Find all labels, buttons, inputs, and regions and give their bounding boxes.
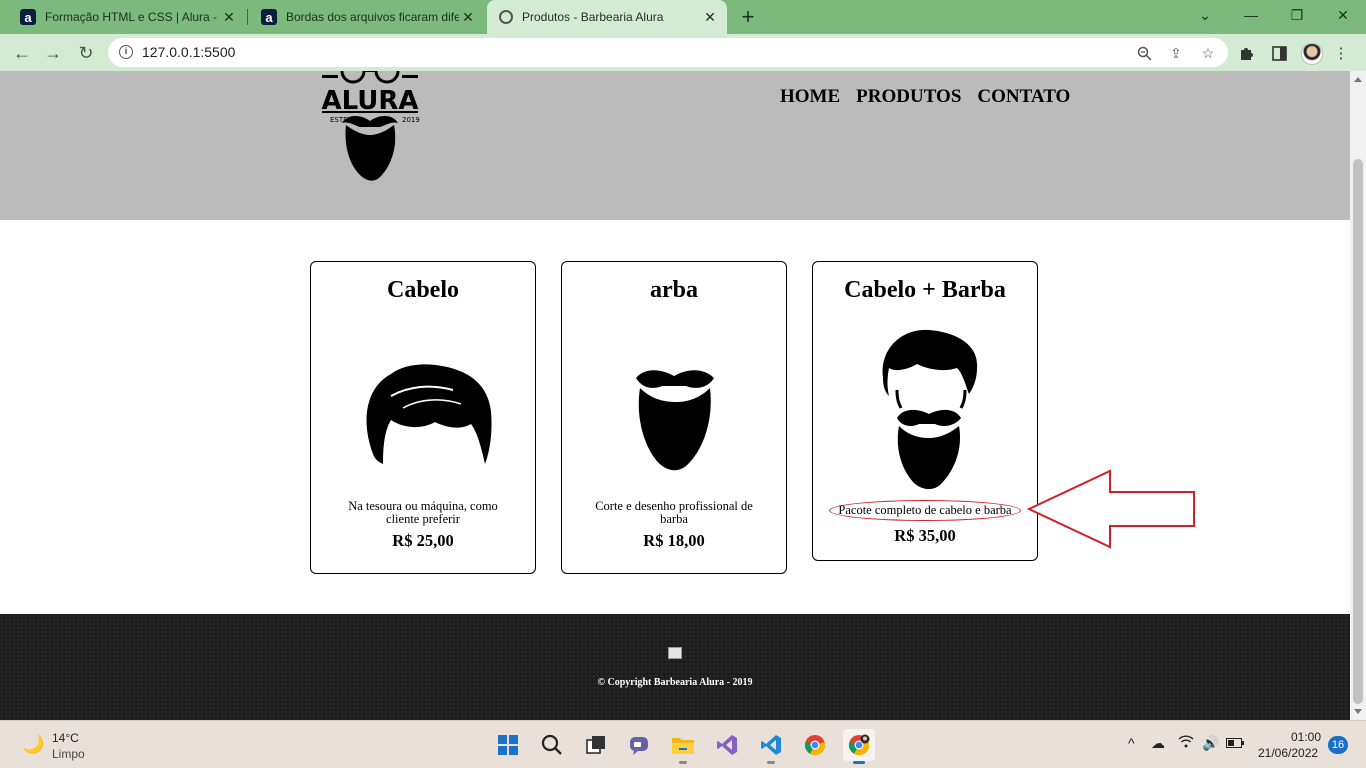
product-card-cabelo-barba: Cabelo + Barba Pacote completo de cabelo… (812, 261, 1038, 561)
product-title: Cabelo (387, 277, 459, 303)
product-card-cabelo: Cabelo Na tesoura ou máquina, como clien… (310, 261, 536, 574)
side-panel-icon[interactable] (1270, 44, 1288, 62)
alura-favicon-icon: a (261, 9, 277, 25)
product-price: R$ 18,00 (643, 531, 705, 550)
scroll-down-arrow-icon[interactable] (1354, 709, 1362, 714)
url-text[interactable]: 127.0.0.1:5500 (142, 44, 235, 60)
product-description: Pacote completo de cabelo e barba (829, 500, 1021, 521)
search-icon[interactable] (536, 729, 568, 761)
teams-chat-icon[interactable] (623, 729, 655, 761)
bookmark-star-icon[interactable]: ☆ (1200, 45, 1216, 61)
alura-barber-logo[interactable]: ALURA ESTD 2019 (318, 71, 422, 187)
tab-search-chevron-icon[interactable]: ⌄ (1182, 0, 1228, 30)
product-price: R$ 35,00 (894, 526, 956, 545)
visual-studio-icon[interactable] (711, 729, 743, 761)
site-header: ALURA ESTD 2019 HOME PRODUTOS CONTATO (0, 71, 1350, 220)
product-card-barba: arba Corte e desenho profissional de bar… (561, 261, 787, 574)
new-tab-button[interactable]: + (735, 4, 761, 30)
close-tab-icon[interactable]: ✕ (220, 9, 238, 26)
running-indicator (853, 761, 865, 764)
tab-formacao[interactable]: a Formação HTML e CSS | Alura - C ✕ (8, 0, 246, 34)
weather-temperature[interactable]: 14°C (52, 731, 79, 745)
product-title: arba (650, 277, 698, 303)
page-viewport: ALURA ESTD 2019 HOME PRODUTOS CONTATO Ca… (0, 71, 1350, 720)
product-price: R$ 25,00 (392, 531, 454, 550)
product-description: Na tesoura ou máquina, como cliente pref… (348, 499, 498, 526)
tab-title: Bordas dos arquivos ficaram dife (286, 10, 459, 24)
start-button[interactable] (492, 729, 524, 761)
reload-button[interactable]: ↻ (72, 39, 100, 67)
close-tab-icon[interactable]: ✕ (459, 9, 477, 26)
main-nav: HOME PRODUTOS CONTATO (780, 86, 1070, 108)
alura-favicon-icon: a (20, 9, 36, 25)
task-view-icon[interactable] (580, 729, 612, 761)
battery-icon[interactable] (1226, 735, 1244, 751)
moon-weather-icon[interactable]: 🌙 (22, 734, 44, 755)
notification-badge[interactable]: 16 (1328, 736, 1348, 754)
windows-taskbar: 🌙 14°C Limpo ^ ☁ 🔊 01:00 21/06/2022 16 (0, 720, 1366, 768)
file-explorer-icon[interactable] (667, 729, 699, 764)
running-indicator (767, 761, 775, 764)
address-bar[interactable]: i 127.0.0.1:5500 ⇪ ☆ (108, 38, 1228, 67)
close-window-button[interactable]: ✕ (1320, 0, 1366, 30)
nav-produtos[interactable]: PRODUTOS (856, 86, 961, 108)
product-title: Cabelo + Barba (844, 277, 1006, 303)
zoom-icon[interactable] (1136, 45, 1152, 61)
chrome-icon[interactable] (799, 729, 831, 761)
tab-produtos[interactable]: Produtos - Barbearia Alura ✕ (487, 0, 727, 34)
tab-title: Formação HTML e CSS | Alura - C (45, 10, 220, 24)
menu-kebab-icon[interactable]: ⋮ (1332, 44, 1350, 62)
nav-home[interactable]: HOME (780, 86, 840, 108)
browser-tab-bar: a Formação HTML e CSS | Alura - C ✕ a Bo… (0, 0, 1366, 34)
profile-avatar[interactable] (1301, 43, 1323, 65)
hair-and-beard-icon (882, 329, 978, 490)
vscode-icon[interactable] (755, 729, 787, 764)
chrome-profile-icon[interactable] (843, 729, 875, 764)
scrollbar-thumb[interactable] (1353, 159, 1363, 704)
onedrive-cloud-icon[interactable]: ☁ (1151, 735, 1165, 752)
copyright-text: © Copyright Barbearia Alura - 2019 (597, 677, 753, 688)
weather-description[interactable]: Limpo (52, 747, 85, 761)
nav-contato[interactable]: CONTATO (977, 86, 1070, 108)
running-indicator (679, 761, 687, 764)
hair-icon (366, 364, 492, 464)
beard-icon (636, 370, 714, 471)
forward-button[interactable]: → (39, 39, 67, 67)
product-description: Corte e desenho profissional de barba (595, 499, 753, 526)
scroll-up-arrow-icon[interactable] (1354, 77, 1362, 82)
clock-date[interactable]: 21/06/2022 (1258, 746, 1318, 760)
wifi-icon[interactable] (1178, 735, 1194, 751)
site-info-icon[interactable]: i (119, 45, 133, 59)
browser-toolbar: ← → ↻ i 127.0.0.1:5500 ⇪ ☆ ⋮ (0, 34, 1366, 71)
svg-text:2019: 2019 (402, 116, 420, 124)
clock-time[interactable]: 01:00 (1291, 730, 1321, 744)
back-button[interactable]: ← (8, 39, 36, 67)
chevron-up-icon[interactable]: ^ (1128, 735, 1135, 751)
volume-icon[interactable]: 🔊 (1202, 735, 1219, 752)
restore-button[interactable]: ❐ (1274, 0, 1320, 30)
close-tab-icon[interactable]: ✕ (701, 9, 719, 26)
tab-bordas[interactable]: a Bordas dos arquivos ficaram dife ✕ (247, 0, 485, 34)
broken-image-icon (668, 647, 682, 659)
extensions-puzzle-icon[interactable] (1238, 44, 1256, 62)
globe-icon (499, 10, 513, 24)
page-scrollbar[interactable] (1350, 71, 1366, 720)
tab-title: Produtos - Barbearia Alura (522, 10, 664, 24)
site-footer: © Copyright Barbearia Alura - 2019 (0, 614, 1350, 720)
minimize-button[interactable]: — (1228, 0, 1274, 30)
annotation-arrow-icon (1026, 469, 1195, 549)
share-icon[interactable]: ⇪ (1168, 45, 1184, 61)
